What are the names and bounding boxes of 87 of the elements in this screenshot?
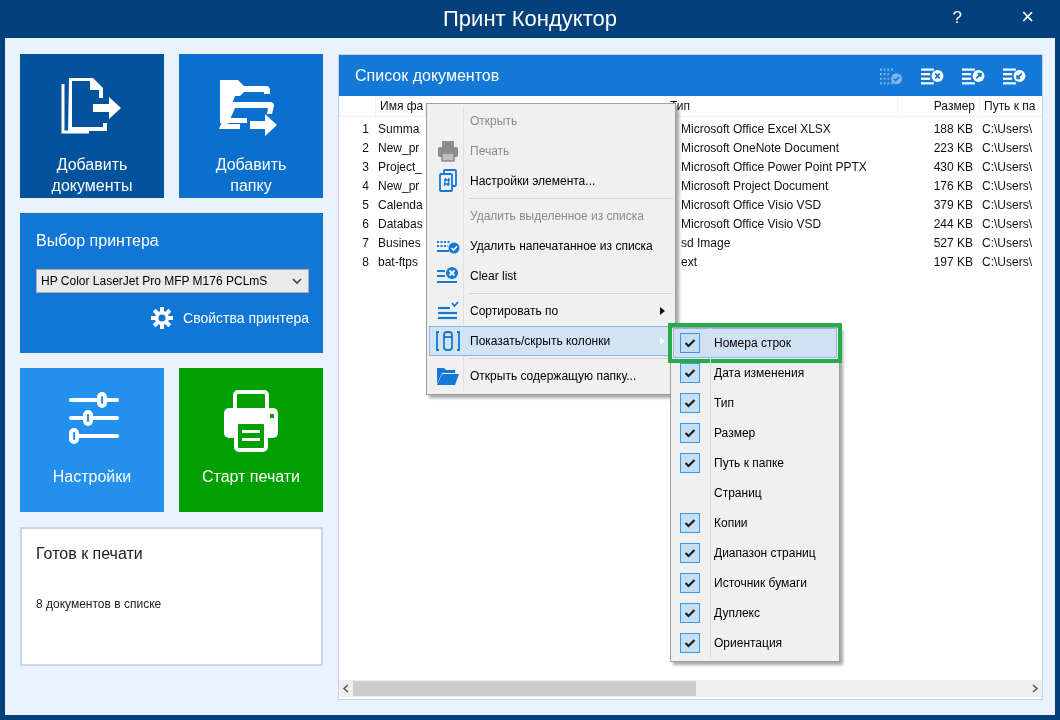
submenu-arrow-icon — [658, 306, 666, 316]
row-number: 7 — [361, 235, 370, 252]
scrollbar-thumb[interactable] — [353, 681, 696, 696]
table-cell-text: Microsoft Project Document — [680, 178, 830, 195]
menu-item[interactable]: Ориентация — [673, 628, 837, 658]
menu-item[interactable]: Путь к папке — [673, 448, 837, 478]
row-number: 8 — [361, 254, 370, 271]
checkbox-checked-icon[interactable] — [680, 633, 700, 653]
table-cell-text: sd Image — [680, 235, 732, 252]
table-cell-text: New_pr — [377, 178, 421, 195]
table-cell-text: 379 KB — [932, 197, 974, 214]
add-folder-button[interactable]: Добавить папку — [179, 54, 323, 198]
checkbox-checked-icon[interactable] — [680, 513, 700, 533]
table-cell-text: Microsoft OneNote Document — [680, 140, 841, 157]
table-cell-text: 176 KB — [932, 178, 974, 195]
column-header[interactable]: Имя фа — [375, 96, 425, 116]
table-cell-text: C:\Users\ — [981, 254, 1033, 271]
printer-properties-link[interactable]: Свойства принтера — [151, 307, 309, 329]
checkbox-checked-icon[interactable] — [680, 333, 700, 353]
menu-item[interactable]: Страниц — [673, 478, 837, 508]
table-cell-text: New_pr — [377, 140, 421, 157]
row-number: 3 — [361, 159, 370, 176]
row-number: 6 — [361, 216, 370, 233]
table-cell-text: Busines — [377, 235, 422, 252]
menu-item[interactable]: Размер — [673, 418, 837, 448]
table-cell-text: C:\Users\ — [981, 140, 1033, 157]
table-cell-text: bat-ftps — [377, 254, 420, 271]
table-cell-text: Microsoft Office Visio VSD — [680, 216, 823, 233]
gear-icon — [151, 307, 174, 329]
table-cell-text: C:\Users\ — [981, 159, 1033, 176]
submenu-arrow-icon — [658, 336, 666, 346]
table-cell-text: Microsoft Office Power Point PPTX — [680, 159, 868, 176]
table-cell-text: Databas — [377, 216, 424, 233]
table-cell-text: C:\Users\ — [981, 178, 1033, 195]
panel-title: Выбор принтера — [36, 232, 160, 250]
window-title: Принт Кондуктор — [443, 6, 617, 32]
menu-item[interactable]: Тип — [673, 388, 837, 418]
table-cell-text: ext — [680, 254, 698, 271]
table-cell-text: 223 KB — [932, 140, 974, 157]
table-cell-text: 430 KB — [932, 159, 974, 176]
row-number: 2 — [361, 140, 370, 157]
columns-icon — [435, 329, 461, 353]
table-cell-text: 188 KB — [932, 121, 974, 138]
table-cell-text: Summa — [377, 121, 421, 138]
table-cell-text: Microsoft Office Visio VSD — [680, 197, 823, 214]
checkbox-checked-icon[interactable] — [680, 423, 700, 443]
status-message: 8 документов в списке — [36, 597, 163, 611]
checkbox-checked-icon[interactable] — [680, 543, 700, 563]
table-cell-text: C:\Users\ — [981, 197, 1033, 214]
menu-item[interactable]: Дуплекс — [673, 598, 837, 628]
menu-item[interactable]: Копии — [673, 508, 837, 538]
menu-item[interactable]: Дата изменения — [673, 358, 837, 388]
row-number: 5 — [361, 197, 370, 214]
column-header[interactable]: Путь к па — [979, 96, 1042, 116]
checkbox-checked-icon[interactable] — [680, 573, 700, 593]
table-cell-text: Microsoft Office Excel XLSX — [680, 121, 832, 138]
table-cell-text: C:\Users\ — [981, 121, 1033, 138]
checkbox-checked-icon[interactable] — [680, 603, 700, 623]
menu-item[interactable]: Удалить напечатанное из списка — [429, 231, 673, 261]
close-button[interactable]: × — [1017, 4, 1038, 30]
checkbox-checked-icon[interactable] — [680, 453, 700, 473]
menu-item[interactable]: Сортировать по — [429, 296, 673, 326]
menu-item[interactable]: Источник бумаги — [673, 568, 837, 598]
menu-item[interactable]: Clear list — [429, 261, 673, 291]
menu-item[interactable]: Настройки элемента... — [429, 166, 673, 196]
row-number: 1 — [361, 121, 370, 138]
printer-dropdown[interactable]: HP Color LaserJet Pro MFP M176 PCLmS — [36, 269, 309, 293]
panel-title: Список документов — [355, 66, 501, 85]
menu-item[interactable]: Открыть содержащую папку... — [429, 361, 673, 391]
checkbox-checked-icon[interactable] — [680, 363, 700, 383]
table-cell-text: Calenda — [377, 197, 424, 214]
table-cell-text: 244 KB — [932, 216, 974, 233]
add-documents-button[interactable]: Добавить документы — [20, 54, 164, 198]
status-title: Готов к печати — [36, 545, 144, 563]
help-button[interactable]: ? — [948, 8, 966, 28]
table-cell-text: 197 KB — [932, 254, 974, 271]
table-cell-text: C:\Users\ — [981, 216, 1033, 233]
table-cell-text: Project_ — [377, 159, 424, 176]
horizontal-scrollbar[interactable] — [339, 680, 1042, 697]
row-number: 4 — [361, 178, 370, 195]
table-cell-text: 527 KB — [932, 235, 974, 252]
column-header[interactable]: Размер — [897, 96, 979, 116]
chevron-down-icon — [292, 277, 302, 285]
table-cell-text: C:\Users\ — [981, 235, 1033, 252]
checkbox-checked-icon[interactable] — [680, 393, 700, 413]
menu-item[interactable]: Диапазон страниц — [673, 538, 837, 568]
printer-icon — [435, 139, 461, 163]
